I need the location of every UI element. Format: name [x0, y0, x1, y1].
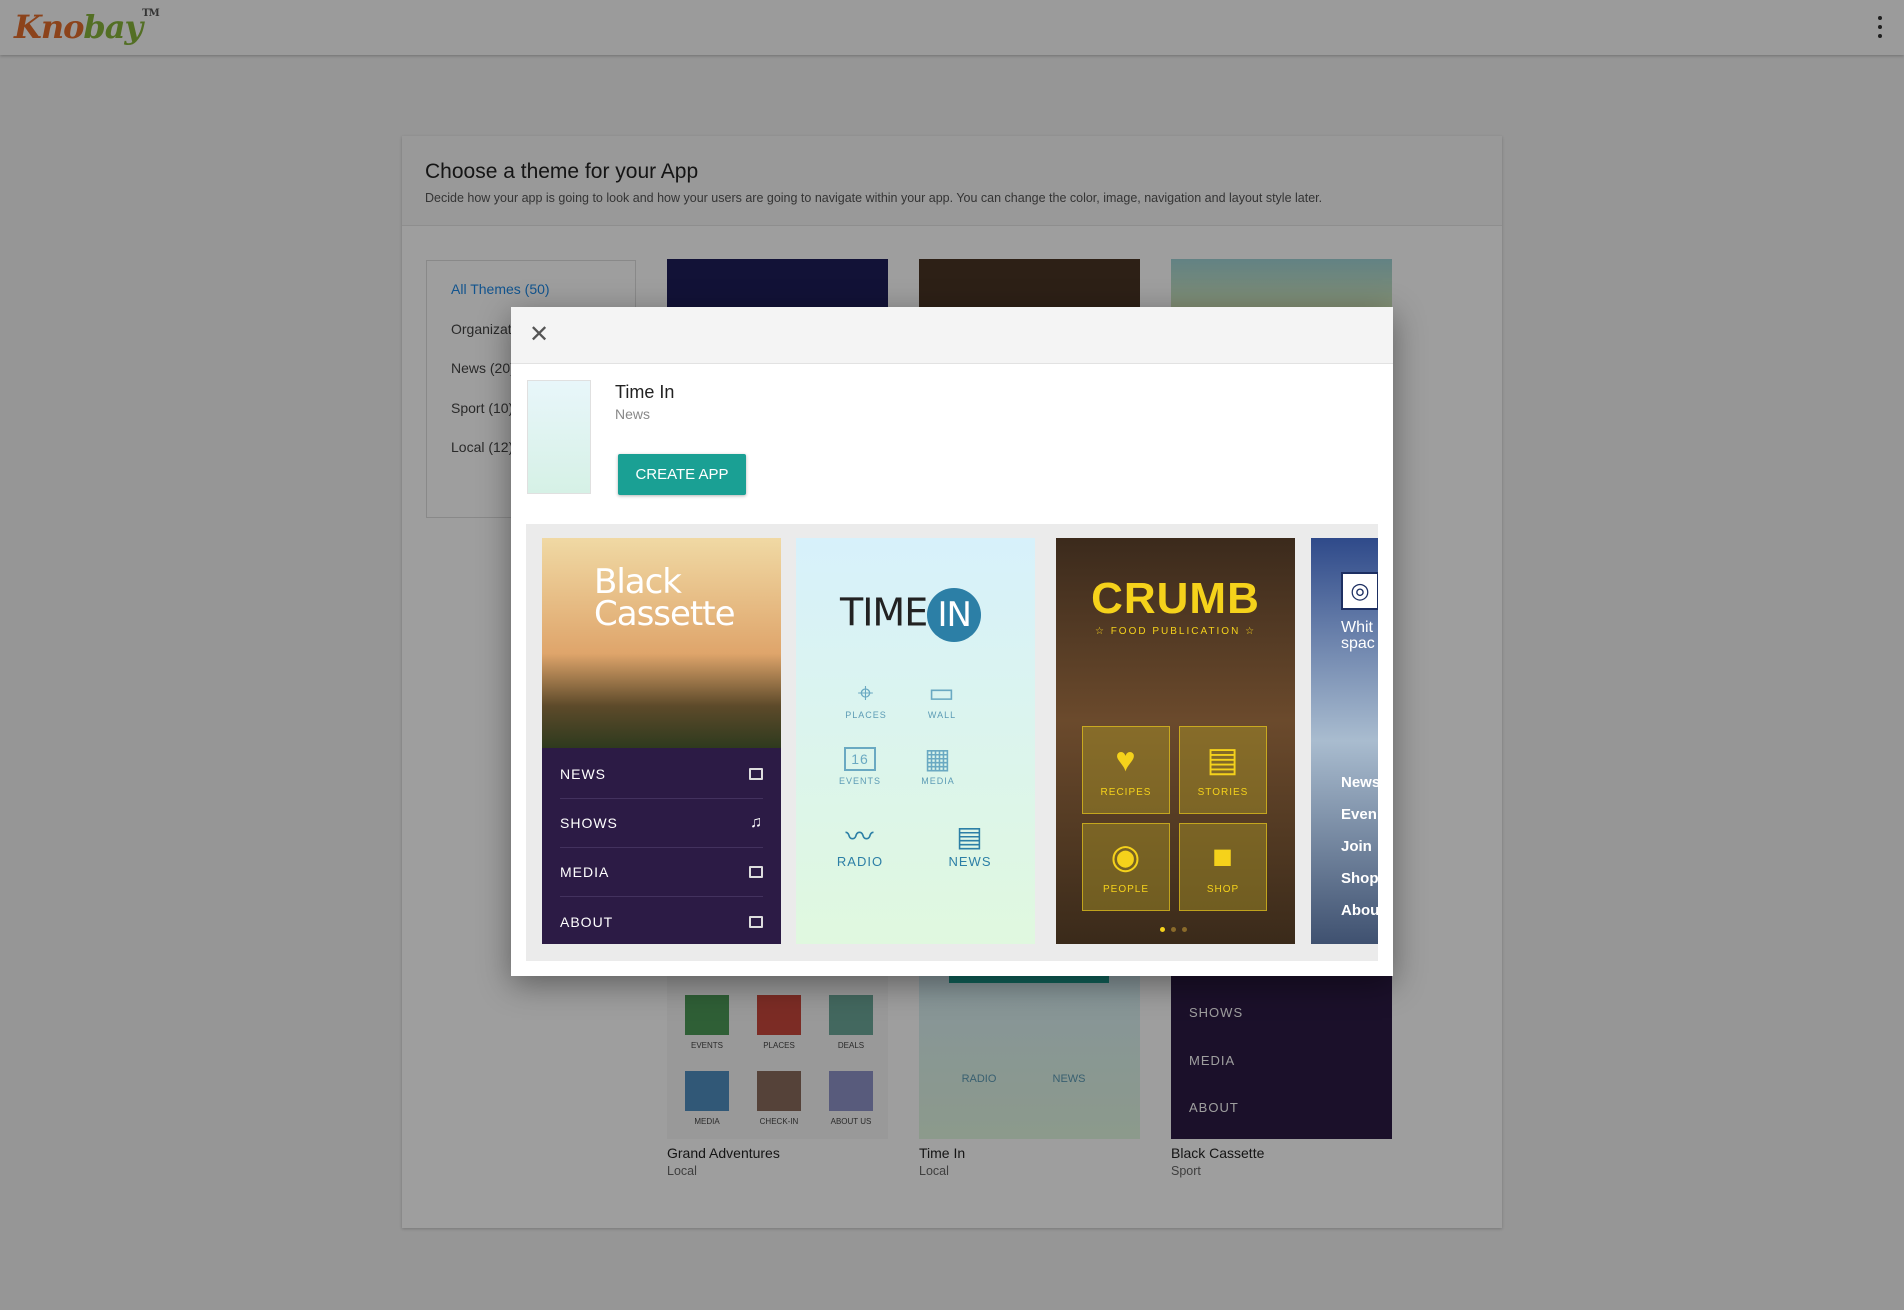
dialog-header: ✕	[511, 307, 1393, 364]
speech-bubble-icon: ▭	[928, 677, 956, 708]
screenshot-white-space[interactable]: ◎ Whit spac News Even Join Shop Abou	[1311, 538, 1378, 944]
cell-events: 16 EVENTS	[824, 742, 896, 786]
white-space-logo: Whit spac	[1341, 619, 1375, 652]
location-pin-icon: ⌖	[857, 677, 875, 708]
menu-item-shows: SHOWS ♫	[560, 799, 763, 848]
crumb-logo: CRUMB	[1091, 574, 1260, 623]
music-note-icon: ♫	[750, 814, 763, 831]
time-in-logo: TIME IN	[840, 588, 982, 642]
cell-media: ▦ MEDIA	[902, 742, 974, 786]
book-icon: ▤	[956, 821, 984, 852]
theme-title: Time In	[615, 382, 675, 402]
close-icon[interactable]: ✕	[529, 323, 549, 347]
heart-icon: ♥	[1115, 741, 1137, 779]
cell-places: ⌖ PLACES	[830, 676, 902, 720]
cell-radio: 〰 RADIO	[816, 820, 904, 869]
newspaper-icon	[749, 768, 763, 780]
theme-category: News	[615, 406, 651, 422]
create-app-button[interactable]: CREATE APP	[618, 454, 746, 495]
theme-thumbnail	[527, 380, 591, 494]
person-icon: ◉	[1110, 838, 1142, 876]
theme-preview-dialog: ✕ Time In News CREATE APP Black Cassette …	[511, 307, 1393, 976]
chat-icon	[749, 915, 763, 928]
crumb-subtitle: ☆ FOOD PUBLICATION ☆	[1094, 626, 1257, 637]
box-shop: ■ SHOP	[1179, 823, 1267, 911]
film-strip-icon: ▦	[924, 743, 952, 774]
screenshot-black-cassette[interactable]: Black Cassette NEWS SHOWS ♫ MEDIA ABOUT	[542, 538, 781, 944]
menu-item: News	[1341, 774, 1378, 791]
menu-item-about: ABOUT	[560, 897, 763, 944]
menu-item: Shop	[1341, 870, 1378, 887]
menu-item: Even	[1341, 806, 1377, 823]
screenshot-crumb[interactable]: CRUMB ☆ FOOD PUBLICATION ☆ ♥ RECIPES ▤ STO…	[1056, 538, 1295, 944]
cell-wall: ▭ WALL	[906, 676, 978, 720]
waveform-icon: 〰	[845, 821, 875, 852]
target-icon: ◎	[1341, 572, 1378, 610]
menu-item: Abou	[1341, 902, 1378, 919]
cell-news: ▤ NEWS	[926, 820, 1014, 869]
box-recipes: ♥ RECIPES	[1082, 726, 1170, 814]
menu-item: Join	[1341, 838, 1372, 855]
film-icon	[749, 866, 763, 878]
screenshot-time-in[interactable]: TIME IN ⌖ PLACES ▭ WALL 16 EVENTS ▦ MEDIA 〰 RA…	[796, 538, 1035, 944]
box-stories: ▤ STORIES	[1179, 726, 1267, 814]
black-cassette-logo: Black Cassette	[594, 562, 736, 634]
box-people: ◉ PEOPLE	[1082, 823, 1170, 911]
newspaper-icon: ▤	[1206, 741, 1240, 779]
screenshot-gallery[interactable]: Black Cassette NEWS SHOWS ♫ MEDIA ABOUT TI…	[526, 524, 1378, 961]
shopping-bag-icon: ■	[1212, 838, 1234, 876]
calendar-icon: 16	[824, 742, 896, 776]
menu-item-news: NEWS	[560, 750, 763, 799]
pager-dots	[1160, 927, 1187, 932]
menu-item-media: MEDIA	[560, 848, 763, 897]
